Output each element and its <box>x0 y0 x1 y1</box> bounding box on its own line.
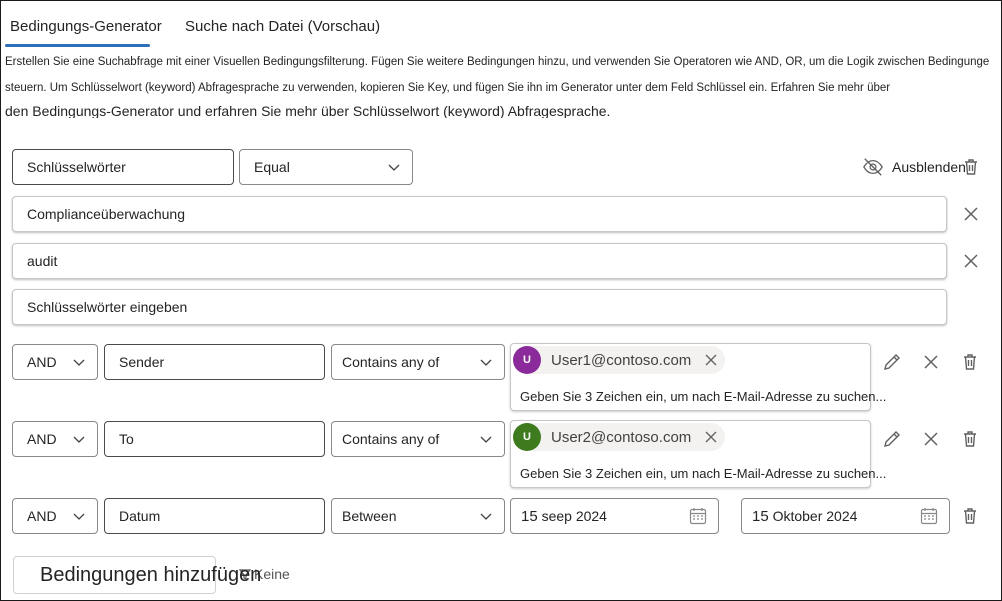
eye-off-icon <box>863 158 883 176</box>
close-icon[interactable] <box>705 431 717 443</box>
picker-hint: Geben Sie 3 Zeichen ein, um nach E-Mail-… <box>520 389 887 404</box>
chevron-down-icon <box>480 436 492 443</box>
condition-field-label: To <box>119 431 134 447</box>
logic-operator-value: AND <box>27 431 57 447</box>
remove-condition-button[interactable] <box>920 351 942 373</box>
keywords-field-select[interactable]: Schlüsselwörter <box>12 149 234 185</box>
keywords-operator-value: Equal <box>254 159 290 175</box>
remove-condition-button[interactable] <box>920 428 942 450</box>
calendar-icon[interactable] <box>688 506 708 526</box>
chevron-down-icon <box>388 164 400 171</box>
delete-condition-button[interactable] <box>959 428 981 450</box>
condition-field-label: Sender <box>119 354 165 370</box>
delete-condition-button[interactable] <box>959 505 981 527</box>
keyword-value-text: Complianceüberwachung <box>27 206 185 222</box>
chip-email: User2@contoso.com <box>551 428 692 446</box>
recipient-chip: U User1@contoso.com <box>513 346 726 374</box>
chevron-down-icon <box>73 436 85 443</box>
condition-field-select[interactable]: Datum <box>104 498 325 534</box>
active-tab-indicator <box>5 44 150 47</box>
add-conditions-label: Bedingungen hinzufügen <box>40 563 262 586</box>
tab-search-by-file[interactable]: Suche nach Datei (Vorschau) <box>185 18 380 35</box>
keywords-operator-select[interactable]: Equal <box>239 149 413 185</box>
add-conditions-button[interactable]: Bedingungen hinzufügen <box>13 556 261 594</box>
chevron-down-icon <box>480 359 492 366</box>
hide-label: Ausblenden <box>892 159 966 175</box>
pencil-icon <box>884 431 900 447</box>
chevron-down-icon <box>480 513 492 520</box>
delete-keywords-button[interactable] <box>960 156 982 178</box>
condition-operator-select[interactable]: Between <box>331 498 505 534</box>
keyword-value-text: audit <box>27 253 58 269</box>
keyword-input-placeholder: Schlüsselwörter eingeben <box>27 299 188 315</box>
end-date-picker[interactable]: 15 Oktober 2024 <box>741 498 950 534</box>
start-date-value: 15 seep 2024 <box>521 508 607 525</box>
logic-operator-select[interactable]: AND <box>12 498 98 534</box>
close-icon <box>964 254 978 268</box>
condition-operator-select[interactable]: Contains any of <box>331 344 505 380</box>
logic-operator-select[interactable]: AND <box>12 421 98 457</box>
avatar: U <box>513 423 541 451</box>
description-line-2: steuern. Um Schlüsselwort (keyword) Abfr… <box>5 82 891 94</box>
delete-condition-button[interactable] <box>959 351 981 373</box>
start-date-month: seep 2024 <box>541 507 607 524</box>
close-icon[interactable] <box>705 354 717 366</box>
pencil-icon <box>884 354 900 370</box>
trash-icon <box>964 508 976 524</box>
remove-keyword-button[interactable] <box>960 250 982 272</box>
description-line-3: den Bedingungs-Generator und erfahren Si… <box>5 104 611 118</box>
picker-hint: Geben Sie 3 Zeichen ein, um nach E-Mail-… <box>520 466 887 481</box>
condition-field-select[interactable]: Sender <box>104 344 325 380</box>
keyword-value-field[interactable]: audit <box>12 243 947 279</box>
start-date-picker[interactable]: 15 seep 2024 <box>510 498 719 534</box>
chip-email: User1@contoso.com <box>551 351 692 369</box>
close-icon <box>964 207 978 221</box>
recipient-chip: U User2@contoso.com <box>513 423 726 451</box>
condition-operator-value: Contains any of <box>342 354 440 370</box>
calendar-icon[interactable] <box>919 506 939 526</box>
avatar: U <box>513 346 541 374</box>
condition-field-label: Datum <box>119 508 161 524</box>
description-line-1: Erstellen Sie eine Suchabfrage mit einer… <box>5 56 990 68</box>
logic-operator-value: AND <box>27 354 57 370</box>
remove-keyword-button[interactable] <box>960 203 982 225</box>
start-date-day: 15 <box>521 507 538 525</box>
end-date-month: Oktober 2024 <box>772 507 858 524</box>
chevron-down-icon <box>73 359 85 366</box>
trash-icon <box>965 159 977 175</box>
keyword-value-field[interactable]: Complianceüberwachung <box>12 196 947 232</box>
chevron-down-icon <box>73 513 85 520</box>
trash-icon <box>964 354 976 370</box>
keyword-input[interactable]: Schlüsselwörter eingeben <box>12 289 947 325</box>
condition-operator-value: Contains any of <box>342 431 440 447</box>
trash-icon <box>964 431 976 447</box>
condition-operator-value: Between <box>342 508 397 524</box>
close-icon <box>924 355 938 369</box>
close-icon <box>924 432 938 446</box>
logic-operator-value: AND <box>27 508 57 524</box>
people-picker[interactable]: U User1@contoso.com Geben Sie 3 Zeichen … <box>510 343 886 411</box>
hide-button[interactable]: Ausblenden <box>862 156 966 178</box>
end-date-day: 15 <box>752 507 769 525</box>
end-date-value: 15 Oktober 2024 <box>752 508 857 525</box>
tab-condition-builder[interactable]: Bedingungs-Generator <box>10 18 162 35</box>
keywords-field-label: Schlüsselwörter <box>27 159 126 175</box>
logic-operator-select[interactable]: AND <box>12 344 98 380</box>
condition-field-select[interactable]: To <box>104 421 325 457</box>
edit-condition-button[interactable] <box>881 351 903 373</box>
condition-operator-select[interactable]: Contains any of <box>331 421 505 457</box>
people-picker[interactable]: U User2@contoso.com Geben Sie 3 Zeichen … <box>510 420 886 488</box>
edit-condition-button[interactable] <box>881 428 903 450</box>
